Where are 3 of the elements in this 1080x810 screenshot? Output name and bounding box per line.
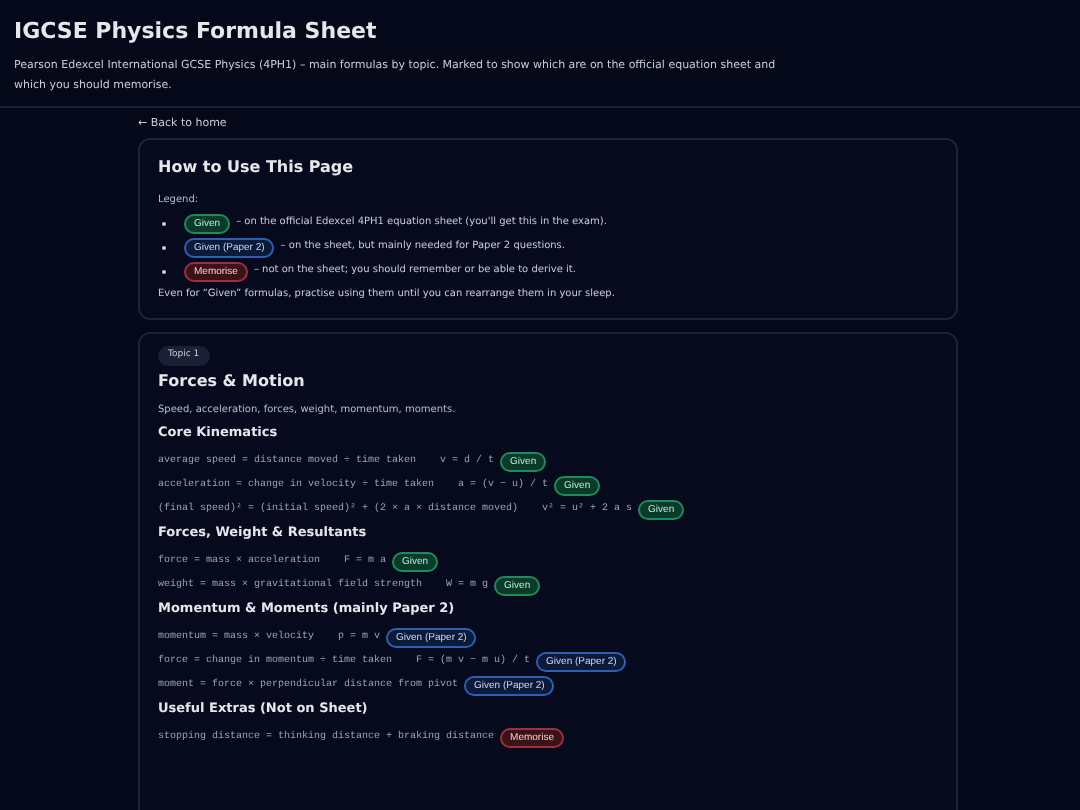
page-title: IGCSE Physics Formula Sheet [14,18,379,46]
topic-title: Forces & Motion [158,372,307,392]
card-title: How to Use This Page [158,158,356,178]
